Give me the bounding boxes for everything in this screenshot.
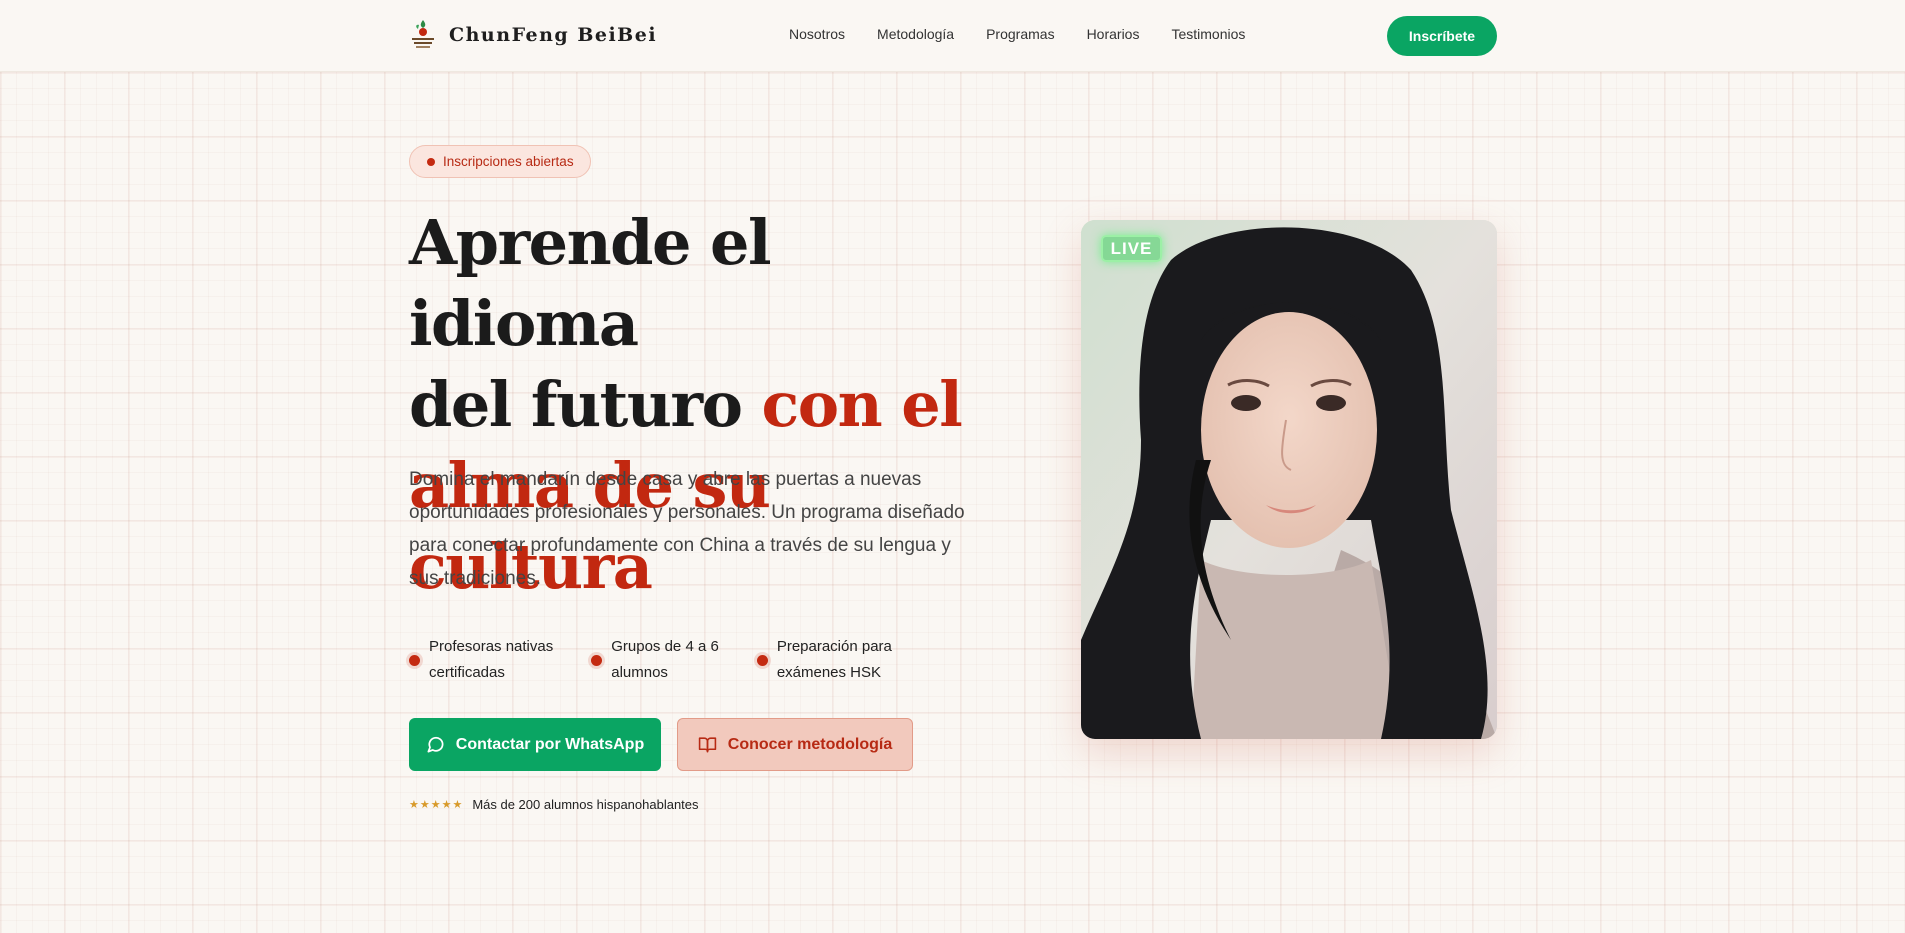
nav-item-nosotros[interactable]: Nosotros: [789, 26, 845, 42]
badge-dot: [427, 157, 435, 166]
feature-line: Profesoras nativas: [429, 638, 554, 655]
whatsapp-button[interactable]: Contactar por WhatsApp: [409, 718, 661, 771]
feature-list: Profesoras nativas certificadas Grupos d…: [409, 634, 930, 686]
live-badge: LIVE: [1101, 235, 1162, 262]
teacher-portrait: [1081, 220, 1497, 739]
whatsapp-icon: [427, 736, 444, 753]
nav-item-testimonios[interactable]: Testimonios: [1171, 26, 1245, 42]
methodology-button[interactable]: Conocer metodología: [677, 718, 913, 771]
signup-button[interactable]: Inscríbete: [1387, 16, 1497, 56]
hero-title-accent-1: con el: [761, 368, 963, 441]
feature-line: certificadas: [429, 664, 505, 681]
badge-label: Inscripciones abiertas: [443, 154, 574, 169]
feature-line: exámenes HSK: [776, 664, 882, 681]
feature-line: Grupos de 4 a 6: [611, 638, 719, 655]
feature-text: Profesoras nativas certificadas: [429, 634, 553, 686]
nav-item-metodologia[interactable]: Metodología: [877, 26, 954, 42]
rating-text: Más de 200 alumnos hispanohablantes: [472, 797, 699, 812]
feature-text: Grupos de 4 a 6 alumnos: [611, 634, 719, 686]
book-icon: [698, 737, 716, 753]
hero-title-line2: del futuro: [409, 368, 762, 441]
star-icons: ★★★★★: [409, 798, 464, 811]
enrollment-badge: Inscripciones abiertas: [409, 145, 591, 178]
feature-item: Grupos de 4 a 6 alumnos: [591, 634, 719, 686]
video-preview[interactable]: LIVE: [1081, 220, 1497, 739]
feature-text: Preparación para exámenes HSK: [777, 634, 892, 686]
nav-item-programas[interactable]: Programas: [986, 26, 1054, 42]
bullet-dot-icon: [756, 654, 768, 666]
feature-line: alumnos: [611, 664, 668, 681]
brand-name: ChunFeng BeiBei: [449, 24, 658, 46]
bullet-dot-icon: [409, 654, 420, 666]
feature-item: Profesoras nativas certificadas: [409, 634, 553, 686]
site-header: ChunFeng BeiBei Nosotros Metodología Pro…: [0, 0, 1905, 72]
nav-item-horarios[interactable]: Horarios: [1087, 26, 1140, 42]
hero-title-line1: Aprende el idioma: [409, 206, 772, 360]
rating: ★★★★★ Más de 200 alumnos hispanohablante…: [409, 797, 699, 812]
logo-icon: [412, 20, 434, 48]
feature-item: Preparación para exámenes HSK: [756, 634, 892, 686]
methodology-button-label: Conocer metodología: [727, 735, 893, 753]
hero-description: Domina el mandarín desde casa y abre las…: [409, 469, 965, 589]
bullet-dot-icon: [591, 654, 603, 666]
logo[interactable]: ChunFeng BeiBei: [409, 18, 657, 52]
whatsapp-button-label: Contactar por WhatsApp: [455, 735, 645, 753]
main-nav: Nosotros Metodología Programas Horarios …: [789, 26, 1245, 42]
feature-line: Preparación para: [776, 638, 892, 655]
